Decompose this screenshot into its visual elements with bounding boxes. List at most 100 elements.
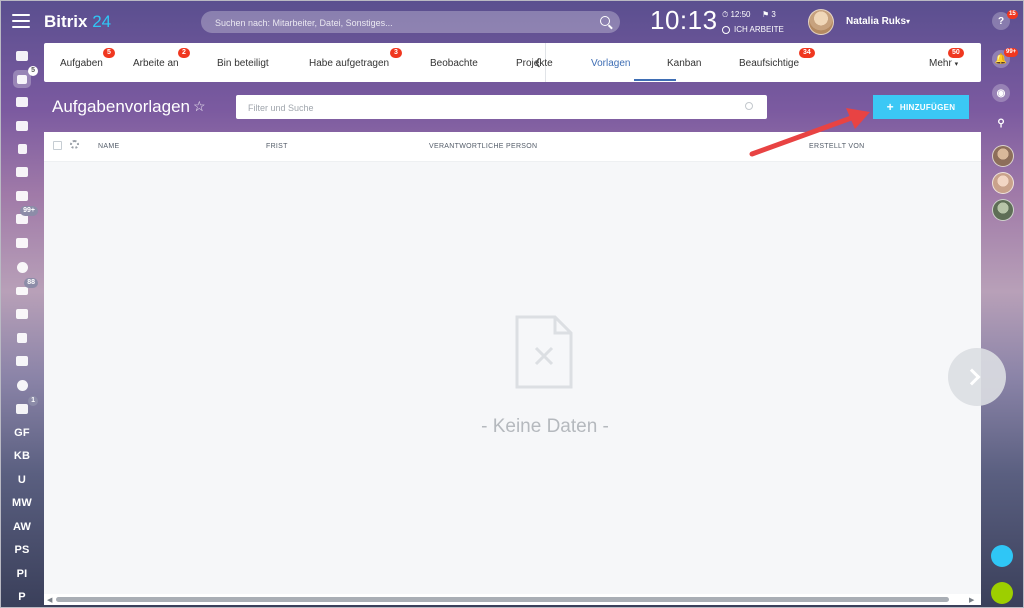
sidebar-item-u[interactable]: U — [0, 469, 44, 491]
sidebar-item-sites[interactable] — [0, 303, 44, 325]
tab-kanban[interactable]: Kanban — [667, 58, 701, 69]
sidebar-item-mw[interactable]: MW — [0, 492, 44, 514]
menu-icon[interactable] — [12, 14, 30, 28]
scrollbar-thumb[interactable] — [56, 597, 949, 602]
history-icon — [16, 379, 28, 391]
tab-bin-beteiligt[interactable]: Bin beteiligt — [217, 58, 269, 69]
chevron-down-icon[interactable]: ▾ — [906, 17, 910, 26]
tab-badge-habe-aufgetragen: 3 — [390, 48, 402, 58]
tab-bar: Aufgaben 5 Arbeite an 2 Bin beteiligt Ha… — [44, 43, 981, 82]
browser-icon — [16, 309, 28, 319]
contact-card-icon — [16, 167, 28, 177]
filter-search-input[interactable] — [246, 99, 720, 117]
messenger-icon[interactable]: ◉ — [992, 84, 1010, 102]
sidebar-item-sync[interactable]: 1 — [0, 396, 44, 420]
mail-badge: 99+ — [20, 206, 38, 216]
feed-icon — [16, 51, 28, 61]
sidebar-item-filter[interactable]: 88 — [0, 278, 44, 302]
tasks-badge: 5 — [28, 66, 38, 76]
annotation-arrow-icon — [749, 108, 870, 157]
sidebar-item-mail[interactable]: 99+ — [0, 206, 44, 230]
sidebar-item-feed[interactable] — [0, 45, 44, 67]
help-badge: 15 — [1007, 10, 1018, 19]
sidebar-item-calendar[interactable] — [0, 185, 44, 207]
tab-aufgaben[interactable]: Aufgaben — [60, 58, 103, 69]
tab-badge-aufgaben: 5 — [103, 48, 115, 58]
column-header-responsible[interactable]: VERANTWORTLICHE PERSON — [429, 143, 537, 150]
avatar[interactable] — [992, 145, 1014, 167]
user-name[interactable]: Natalia Ruks — [846, 16, 906, 27]
avatar[interactable] — [992, 199, 1014, 221]
chevron-right-icon[interactable] — [948, 348, 1006, 406]
tab-habe-aufgetragen[interactable]: Habe aufgetragen — [309, 58, 389, 69]
sidebar-item-aw[interactable]: AW — [0, 516, 44, 538]
empty-document-icon — [515, 315, 573, 389]
empty-state-text: - Keine Daten - — [481, 416, 609, 437]
tab-beaufsichtige[interactable]: Beaufsichtige — [739, 58, 799, 69]
clock-icon — [16, 261, 28, 273]
logo[interactable]: Bitrix 24 — [44, 12, 111, 32]
clock: 10:13 — [650, 5, 718, 35]
phone-icon[interactable] — [991, 582, 1013, 604]
status-dot-icon — [722, 25, 730, 34]
page-title: Aufgabenvorlagen — [52, 97, 191, 116]
tab-vorlagen[interactable]: Vorlagen — [591, 58, 630, 69]
tab-badge-mehr: 50 — [948, 48, 964, 58]
active-tab-indicator — [634, 79, 676, 81]
sync-badge: 1 — [28, 396, 38, 406]
search-icon[interactable]: ⚲ — [992, 114, 1010, 132]
chevron-down-icon: ▾ — [954, 61, 959, 68]
sidebar-item-time[interactable] — [0, 256, 44, 278]
tab-badge-beaufsichtige: 34 — [799, 48, 815, 58]
filter-icon — [16, 287, 28, 295]
column-header-frist[interactable]: FRIST — [266, 143, 288, 150]
sidebar-item-ps[interactable]: PS — [0, 539, 44, 561]
calendar-icon — [16, 191, 28, 201]
sidebar-item-apps[interactable] — [0, 327, 44, 349]
sidebar-item-crm[interactable] — [0, 91, 44, 113]
sidebar-item-gf[interactable]: GF — [0, 422, 44, 444]
sidebar-item-pi[interactable]: PI — [0, 563, 44, 585]
store-icon — [16, 356, 28, 366]
document-icon[interactable] — [991, 545, 1013, 567]
notification-badge: 99+ — [1004, 48, 1019, 57]
horizontal-scrollbar[interactable]: ◀ ▶ — [44, 594, 981, 605]
sidebar-item-groups[interactable] — [0, 232, 44, 254]
avatar[interactable] — [992, 172, 1014, 194]
workday-time: ⏱ 12:50 — [722, 10, 751, 19]
sidebar-item-chat[interactable] — [0, 115, 44, 137]
scroll-right-icon[interactable]: ▶ — [969, 596, 974, 604]
global-search — [201, 11, 620, 33]
add-button[interactable]: + HINZUFÜGEN — [873, 95, 969, 119]
tab-badge-arbeite-an: 2 — [178, 48, 190, 58]
grid-icon — [17, 333, 27, 343]
user-avatar[interactable] — [808, 9, 834, 35]
flag-count: ⚑ 3 — [762, 10, 776, 19]
tab-projekte[interactable]: Projekte — [516, 58, 553, 69]
template-list-panel: NAME FRIST VERANTWORTLICHE PERSON ERSTEL… — [44, 132, 1006, 605]
tab-mehr[interactable]: Mehr ▾ — [929, 58, 958, 69]
scroll-left-icon[interactable]: ◀ — [47, 596, 52, 604]
star-icon[interactable]: ☆ — [193, 98, 206, 115]
people-icon — [16, 238, 28, 248]
sidebar-item-tasks[interactable]: 5 — [0, 66, 44, 90]
sidebar-item-kb[interactable]: KB — [0, 445, 44, 467]
filter-search — [236, 95, 767, 119]
sidebar-item-contacts[interactable] — [0, 161, 44, 183]
column-header-name[interactable]: NAME — [98, 143, 119, 150]
tab-arbeite-an[interactable]: Arbeite an — [133, 58, 179, 69]
plus-icon: + — [886, 100, 894, 114]
global-search-input[interactable] — [213, 13, 587, 33]
sidebar-item-p[interactable]: P — [0, 586, 44, 608]
crm-icon — [16, 97, 28, 107]
select-all-checkbox[interactable] — [53, 141, 62, 150]
sync-icon — [16, 404, 28, 414]
sidebar-item-store[interactable] — [0, 350, 44, 372]
sidebar-item-reports[interactable] — [0, 138, 44, 160]
work-status-button[interactable]: ICH ARBEITE — [722, 25, 784, 34]
gear-icon[interactable] — [70, 140, 79, 149]
sidebar-item-history[interactable] — [0, 374, 44, 396]
search-icon[interactable] — [600, 16, 610, 26]
tab-beobachte[interactable]: Beobachte — [430, 58, 478, 69]
left-sidebar: 5 99+ 88 1 GF KB U MW AW PS PI P — [0, 0, 44, 608]
